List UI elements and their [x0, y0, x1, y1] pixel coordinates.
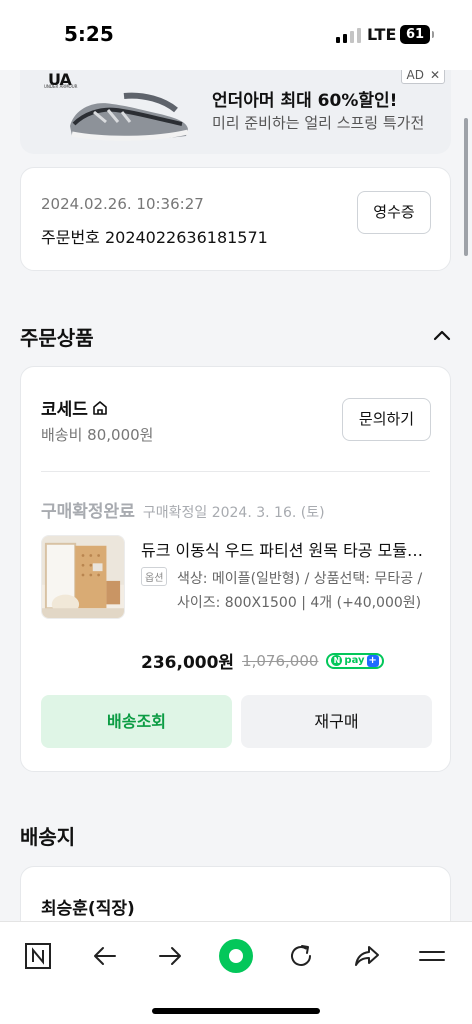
order-info-card: 2024.02.26. 10:36:27 주문번호 20240226361815…	[20, 167, 451, 271]
purchase-status: 구매확정완료 구매확정일 2024. 3. 16. (토)	[41, 497, 325, 522]
status-time: 5:25	[64, 22, 114, 46]
menu-icon[interactable]	[412, 936, 452, 976]
price-row: 236,000원 1,076,000 N pay +	[141, 648, 384, 673]
product-name[interactable]: 듀크 이동식 우드 파티션 원목 타공 모듈형 가벽	[141, 537, 433, 561]
network-label: LTE	[367, 25, 397, 44]
chevron-up-icon[interactable]	[432, 326, 452, 346]
naver-home-icon[interactable]	[18, 936, 58, 976]
green-dot-icon[interactable]	[216, 936, 256, 976]
browser-bottom-bar	[0, 921, 472, 1024]
npay-badge: N pay +	[326, 652, 384, 669]
divider	[41, 471, 430, 472]
original-price: 1,076,000	[242, 651, 319, 670]
signal-icon	[336, 27, 361, 43]
close-icon[interactable]: ✕	[430, 70, 440, 82]
inquiry-button[interactable]: 문의하기	[342, 398, 431, 441]
shipping-fee: 배송비 80,000원	[41, 426, 154, 444]
ad-label: AD	[406, 70, 424, 82]
option-badge: 옵션	[141, 567, 168, 586]
option-text: 색상: 메이플(일반형) / 상품선택: 무타공 / 사이즈: 800X1500…	[177, 571, 423, 611]
ad-banner[interactable]: UA UNDER ARMOUR 언더아머 최대 60%할인! 미리 준비하는 얼…	[20, 70, 451, 154]
section-title-delivery: 배송지	[20, 825, 76, 849]
shoe-image	[70, 92, 189, 141]
seller-name[interactable]: 코세드	[41, 395, 88, 420]
status-label: 구매확정완료	[41, 502, 135, 522]
receipt-button[interactable]: 영수증	[357, 191, 431, 234]
price: 236,000원	[141, 653, 235, 673]
scrollbar[interactable]	[464, 118, 468, 256]
battery-icon: 61	[400, 25, 434, 44]
ad-badge[interactable]: AD ✕	[401, 70, 445, 84]
ad-title: 언더아머 최대 60%할인!	[212, 91, 398, 111]
section-title-products: 주문상품	[20, 326, 94, 350]
status-bar: 5:25 LTE 61	[0, 0, 472, 70]
plus-icon: +	[366, 654, 379, 667]
recipient-name: 최승훈(직장)	[41, 899, 135, 919]
order-number: 주문번호 2024022636181571	[41, 228, 268, 247]
seller-name-row[interactable]: 코세드	[41, 395, 109, 420]
home-indicator[interactable]	[152, 1008, 320, 1014]
back-arrow-icon[interactable]	[85, 936, 125, 976]
refresh-icon[interactable]	[281, 936, 321, 976]
npay-n-icon: N	[331, 655, 343, 666]
share-icon[interactable]	[347, 936, 387, 976]
forward-arrow-icon[interactable]	[150, 936, 190, 976]
ad-subtitle: 미리 준비하는 얼리 스프링 특가전	[212, 114, 425, 132]
product-thumbnail[interactable]	[41, 535, 125, 619]
track-delivery-button[interactable]: 배송조회	[41, 695, 232, 748]
order-date: 2024.02.26. 10:36:27	[41, 195, 204, 213]
reorder-button[interactable]: 재구매	[241, 695, 432, 748]
npay-label: pay	[344, 655, 365, 666]
home-icon	[93, 400, 107, 415]
status-date: 구매확정일 2024. 3. 16. (토)	[142, 505, 325, 521]
product-card: 코세드 배송비 80,000원 문의하기 구매확정완료 구매확정일 2024. …	[20, 366, 451, 772]
